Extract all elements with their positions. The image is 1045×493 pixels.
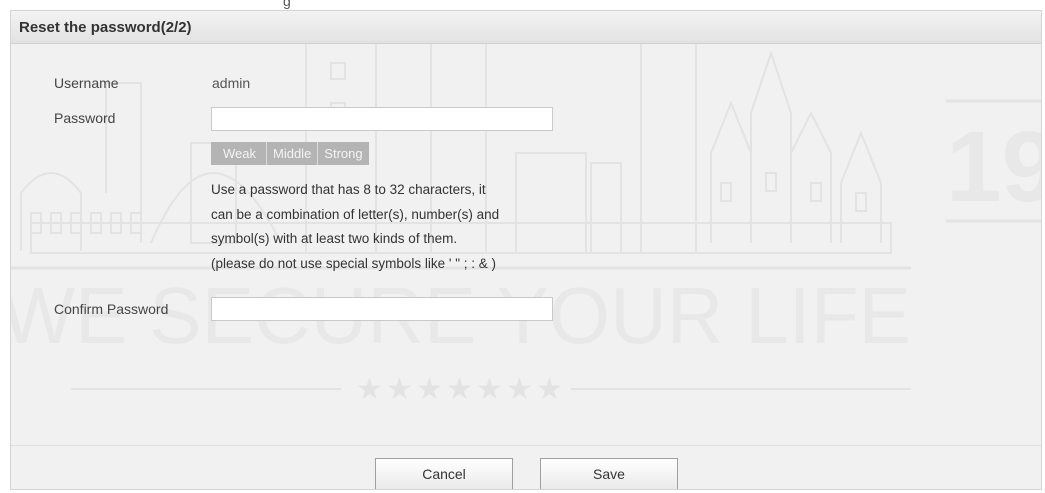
password-input[interactable]: [211, 107, 553, 131]
dialog-title: Reset the password(2/2): [19, 19, 192, 36]
svg-text:★: ★: [446, 372, 473, 407]
strength-middle: Middle: [267, 142, 319, 165]
password-hint: Use a password that has 8 to 32 characte…: [211, 178, 571, 276]
background-header-strip: g: [0, 0, 1045, 10]
dialog-footer: Cancel Save: [11, 445, 1041, 489]
hint-line: symbol(s) with at least two kinds of the…: [211, 231, 458, 246]
reset-password-dialog: ★★★ ★★★ ★ WE SECURE YOUR LIFE 19 Reset t…: [10, 10, 1042, 490]
hint-line: Use a password that has 8 to 32 characte…: [211, 182, 486, 197]
clipped-header-text: g: [283, 0, 291, 9]
username-label: Username: [54, 75, 119, 91]
svg-text:★: ★: [356, 372, 383, 407]
username-value: admin: [212, 75, 251, 91]
svg-text:★: ★: [476, 372, 503, 407]
strength-strong: Strong: [318, 142, 369, 165]
svg-text:★: ★: [506, 372, 533, 407]
svg-text:★: ★: [416, 372, 443, 407]
password-label: Password: [54, 110, 116, 126]
svg-text:★: ★: [536, 372, 563, 407]
cancel-button[interactable]: Cancel: [375, 458, 513, 489]
dialog-titlebar: Reset the password(2/2): [11, 11, 1041, 44]
hint-line: can be a combination of letter(s), numbe…: [211, 206, 500, 222]
save-button[interactable]: Save: [540, 458, 678, 489]
svg-text:★: ★: [386, 372, 413, 407]
hint-line: (please do not use special symbols like …: [211, 255, 496, 271]
confirm-password-label: Confirm Password: [54, 301, 169, 317]
strength-weak: Weak: [211, 142, 267, 165]
number-watermark: 19: [946, 111, 1042, 223]
confirm-password-input[interactable]: [211, 297, 553, 321]
password-strength-meter: Weak Middle Strong: [211, 142, 369, 165]
